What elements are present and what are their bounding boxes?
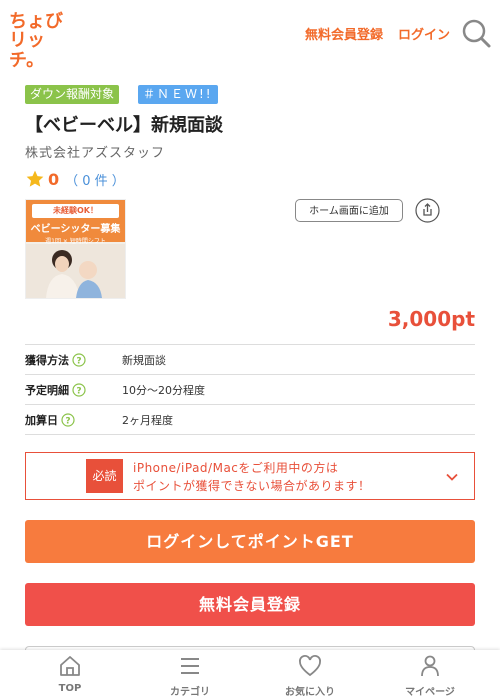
detail-label: 予定明細 ? xyxy=(25,382,122,398)
help-icon[interactable]: ? xyxy=(61,412,75,427)
svg-text:?: ? xyxy=(76,386,81,396)
home-icon xyxy=(60,656,80,676)
notice-line1: iPhone/iPad/Macをご利用中の方は xyxy=(133,461,339,475)
nav-item-favorite[interactable]: お気に入り xyxy=(270,650,350,700)
bottom-nav: TOP カテゴリ お気に入り マイページ xyxy=(0,650,500,700)
menu-icon xyxy=(181,658,199,674)
rating-value: 0 xyxy=(48,169,60,189)
detail-label-text: 加算日 xyxy=(25,413,58,427)
reward-points: 3,000pt xyxy=(387,307,475,331)
thumbnail-ok-label: 未経験OK！ xyxy=(32,204,119,218)
help-icon[interactable]: ? xyxy=(72,352,86,367)
nav-label: TOP xyxy=(58,683,82,694)
detail-label-text: 予定明細 xyxy=(25,383,69,397)
add-to-home-button[interactable]: ホーム画面に追加 xyxy=(295,199,403,222)
logo-line1: ちょび xyxy=(9,11,63,32)
must-read-badge: 必読 xyxy=(86,459,123,493)
detail-value: 新規面談 xyxy=(122,353,166,367)
help-icon[interactable]: ? xyxy=(72,382,86,397)
header: ちょび リッチ。 無料会員登録 ログイン xyxy=(0,0,500,71)
detail-row-schedule: 予定明細 ? 10分～20分程度 xyxy=(25,374,475,404)
detail-label-text: 獲得方法 xyxy=(25,353,69,367)
detail-label: 獲得方法 ? xyxy=(25,352,122,368)
notice-text: iPhone/iPad/Macをご利用中の方は ポイントが獲得できない場合があり… xyxy=(133,459,371,495)
chevron-down-icon[interactable] xyxy=(443,468,461,486)
nav-label: カテゴリ xyxy=(170,687,210,698)
nav-item-category[interactable]: カテゴリ xyxy=(150,650,230,700)
svg-text:?: ? xyxy=(76,356,81,366)
nav-label: お気に入り xyxy=(285,687,335,698)
heart-icon xyxy=(299,655,321,677)
offer-thumbnail: 未経験OK！ ベビーシッター募集 週1回 × 短時間シフト xyxy=(25,199,126,299)
login-get-points-button[interactable]: ログインしてポイントGET xyxy=(25,520,475,563)
thumbnail-job-label: ベビーシッター募集 xyxy=(30,224,121,235)
nav-item-mypage[interactable]: マイページ xyxy=(390,650,470,700)
detail-label: 加算日 ? xyxy=(25,412,122,428)
detail-table: 獲得方法 ? 新規面談 予定明細 ? 10分～20分程度 加算日 ? 2ヶ月程度 xyxy=(25,344,475,435)
detail-row-credit-date: 加算日 ? 2ヶ月程度 xyxy=(25,404,475,435)
rating: 0 （ 0 件 ） xyxy=(25,169,125,189)
babysitter-photo xyxy=(26,244,125,298)
rating-count[interactable]: （ 0 件 ） xyxy=(65,170,125,189)
user-icon xyxy=(421,655,439,677)
detail-value: 2ヶ月程度 xyxy=(122,413,173,427)
svg-text:?: ? xyxy=(65,416,70,426)
logo[interactable]: ちょび リッチ。 xyxy=(9,11,71,71)
detail-value: 10分～20分程度 xyxy=(122,383,205,397)
star-icon xyxy=(26,170,44,187)
logo-line2: リッチ。 xyxy=(9,30,45,71)
must-read-notice[interactable]: 必読 iPhone/iPad/Macをご利用中の方は ポイントが獲得できない場合… xyxy=(25,452,475,500)
detail-row-method: 獲得方法 ? 新規面談 xyxy=(25,344,475,374)
tag-down-reward: ダウン報酬対象 xyxy=(25,85,120,104)
header-signup-link[interactable]: 無料会員登録 xyxy=(305,24,383,43)
tag-new: ＃ＮＥＷ!! xyxy=(138,85,218,104)
nav-item-top[interactable]: TOP xyxy=(30,650,110,700)
header-login-link[interactable]: ログイン xyxy=(398,24,450,43)
company-name: 株式会社アズスタッフ xyxy=(25,146,166,161)
nav-label: マイページ xyxy=(405,687,455,698)
notice-line2: ポイントが獲得できない場合があります！ xyxy=(133,479,371,493)
page-title: 【ベビーベル】新規面談 xyxy=(25,115,223,136)
search-icon[interactable] xyxy=(460,17,492,49)
signup-button[interactable]: 無料会員登録 xyxy=(25,583,475,626)
share-icon[interactable] xyxy=(415,198,440,223)
